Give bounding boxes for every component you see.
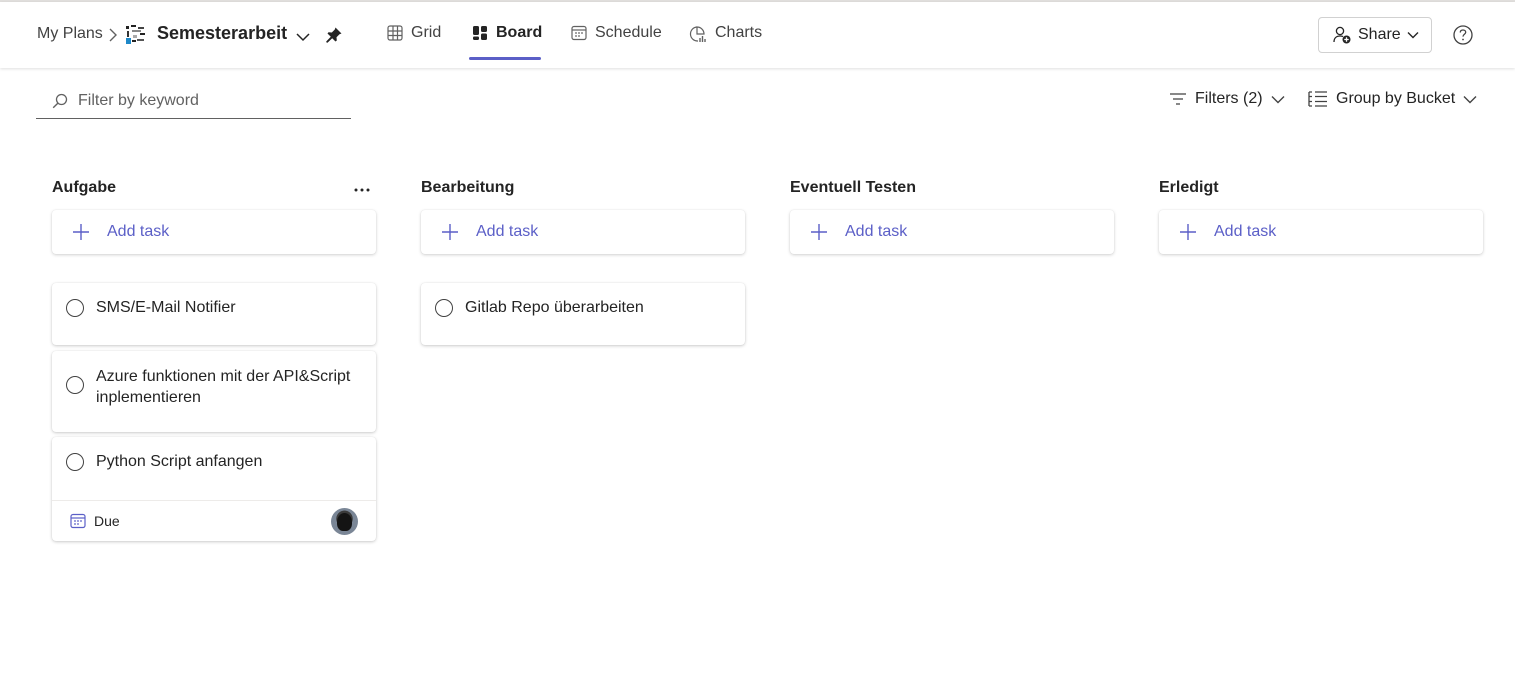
- more-options-icon[interactable]: [353, 180, 371, 198]
- pin-icon[interactable]: [325, 26, 343, 49]
- task-card[interactable]: Gitlab Repo überarbeiten: [421, 283, 745, 345]
- task-title: Azure funktionen mit der API&Script inpl…: [96, 368, 351, 406]
- chevron-down-icon: [1271, 95, 1285, 103]
- plan-menu-chevron-down-icon[interactable]: [296, 29, 310, 47]
- chevron-down-icon: [1463, 95, 1477, 103]
- group-list-icon: [1308, 91, 1327, 107]
- add-task-label: Add task: [107, 223, 170, 240]
- group-by-label: Group by Bucket: [1336, 90, 1456, 107]
- add-task-button[interactable]: Add task: [421, 210, 745, 254]
- task-card[interactable]: Azure funktionen mit der API&Script inpl…: [52, 351, 376, 432]
- add-task-button[interactable]: Add task: [790, 210, 1114, 254]
- filter-icon: [1170, 93, 1186, 105]
- task-title: Gitlab Repo überarbeiten: [465, 299, 644, 316]
- chevron-down-icon: [1407, 32, 1419, 39]
- tab-schedule-label: Schedule: [595, 24, 662, 41]
- add-task-button[interactable]: Add task: [52, 210, 376, 254]
- board-icon: [473, 26, 487, 40]
- task-complete-checkbox[interactable]: [66, 299, 84, 317]
- share-person-add-icon: [1333, 26, 1351, 44]
- plus-icon: [1180, 224, 1196, 240]
- grid-icon: [387, 25, 403, 41]
- tab-board-label: Board: [496, 24, 543, 41]
- plan-logo-icon: [125, 24, 147, 46]
- search-box[interactable]: [36, 84, 351, 119]
- add-task-label: Add task: [1214, 223, 1277, 240]
- breadcrumb-chevron-icon: [108, 28, 118, 47]
- search-icon: [52, 93, 68, 109]
- task-complete-checkbox[interactable]: [435, 299, 453, 317]
- bucket-title[interactable]: Bearbeitung: [421, 178, 514, 198]
- task-title: Python Script anfangen: [96, 453, 263, 470]
- plus-icon: [73, 224, 89, 240]
- add-task-button[interactable]: Add task: [1159, 210, 1483, 254]
- tab-grid[interactable]: Grid: [387, 20, 441, 60]
- tab-board[interactable]: Board: [472, 20, 542, 60]
- search-input[interactable]: [78, 92, 338, 110]
- bucket-title[interactable]: Aufgabe: [52, 178, 116, 198]
- task-complete-checkbox[interactable]: [66, 453, 84, 471]
- plan-title[interactable]: Semesterarbeit: [157, 23, 287, 44]
- add-task-label: Add task: [476, 223, 539, 240]
- task-complete-checkbox[interactable]: [66, 376, 84, 394]
- bucket-title[interactable]: Eventuell Testen: [790, 178, 916, 198]
- due-date-label[interactable]: Due: [94, 513, 120, 529]
- app-header: My Plans Semesterarbeit Grid Board Sched…: [0, 2, 1515, 68]
- task-footer: Due: [52, 500, 376, 541]
- plus-icon: [811, 224, 827, 240]
- calendar-icon: [571, 25, 587, 41]
- task-card[interactable]: SMS/E-Mail Notifier: [52, 283, 376, 345]
- help-icon[interactable]: [1452, 24, 1474, 51]
- tab-charts[interactable]: Charts: [689, 20, 762, 60]
- tab-grid-label: Grid: [411, 24, 442, 41]
- chart-icon: [689, 26, 706, 42]
- tab-charts-label: Charts: [715, 24, 763, 41]
- bucket-title[interactable]: Erledigt: [1159, 178, 1219, 198]
- filters-label: Filters (2): [1195, 90, 1263, 107]
- calendar-icon: [70, 513, 86, 529]
- share-button[interactable]: Share: [1318, 17, 1432, 53]
- task-title: SMS/E-Mail Notifier: [96, 299, 236, 316]
- filters-button[interactable]: Filters (2): [1169, 90, 1285, 108]
- plus-icon: [442, 224, 458, 240]
- assignee-avatar[interactable]: [331, 508, 358, 535]
- active-tab-indicator: [469, 57, 541, 60]
- share-label: Share: [1358, 26, 1401, 43]
- add-task-label: Add task: [845, 223, 908, 240]
- tab-schedule[interactable]: Schedule: [571, 20, 662, 60]
- task-card[interactable]: Python Script anfangen Due: [52, 437, 376, 541]
- group-by-button[interactable]: Group by Bucket: [1308, 90, 1477, 108]
- breadcrumb-my-plans[interactable]: My Plans: [37, 25, 103, 43]
